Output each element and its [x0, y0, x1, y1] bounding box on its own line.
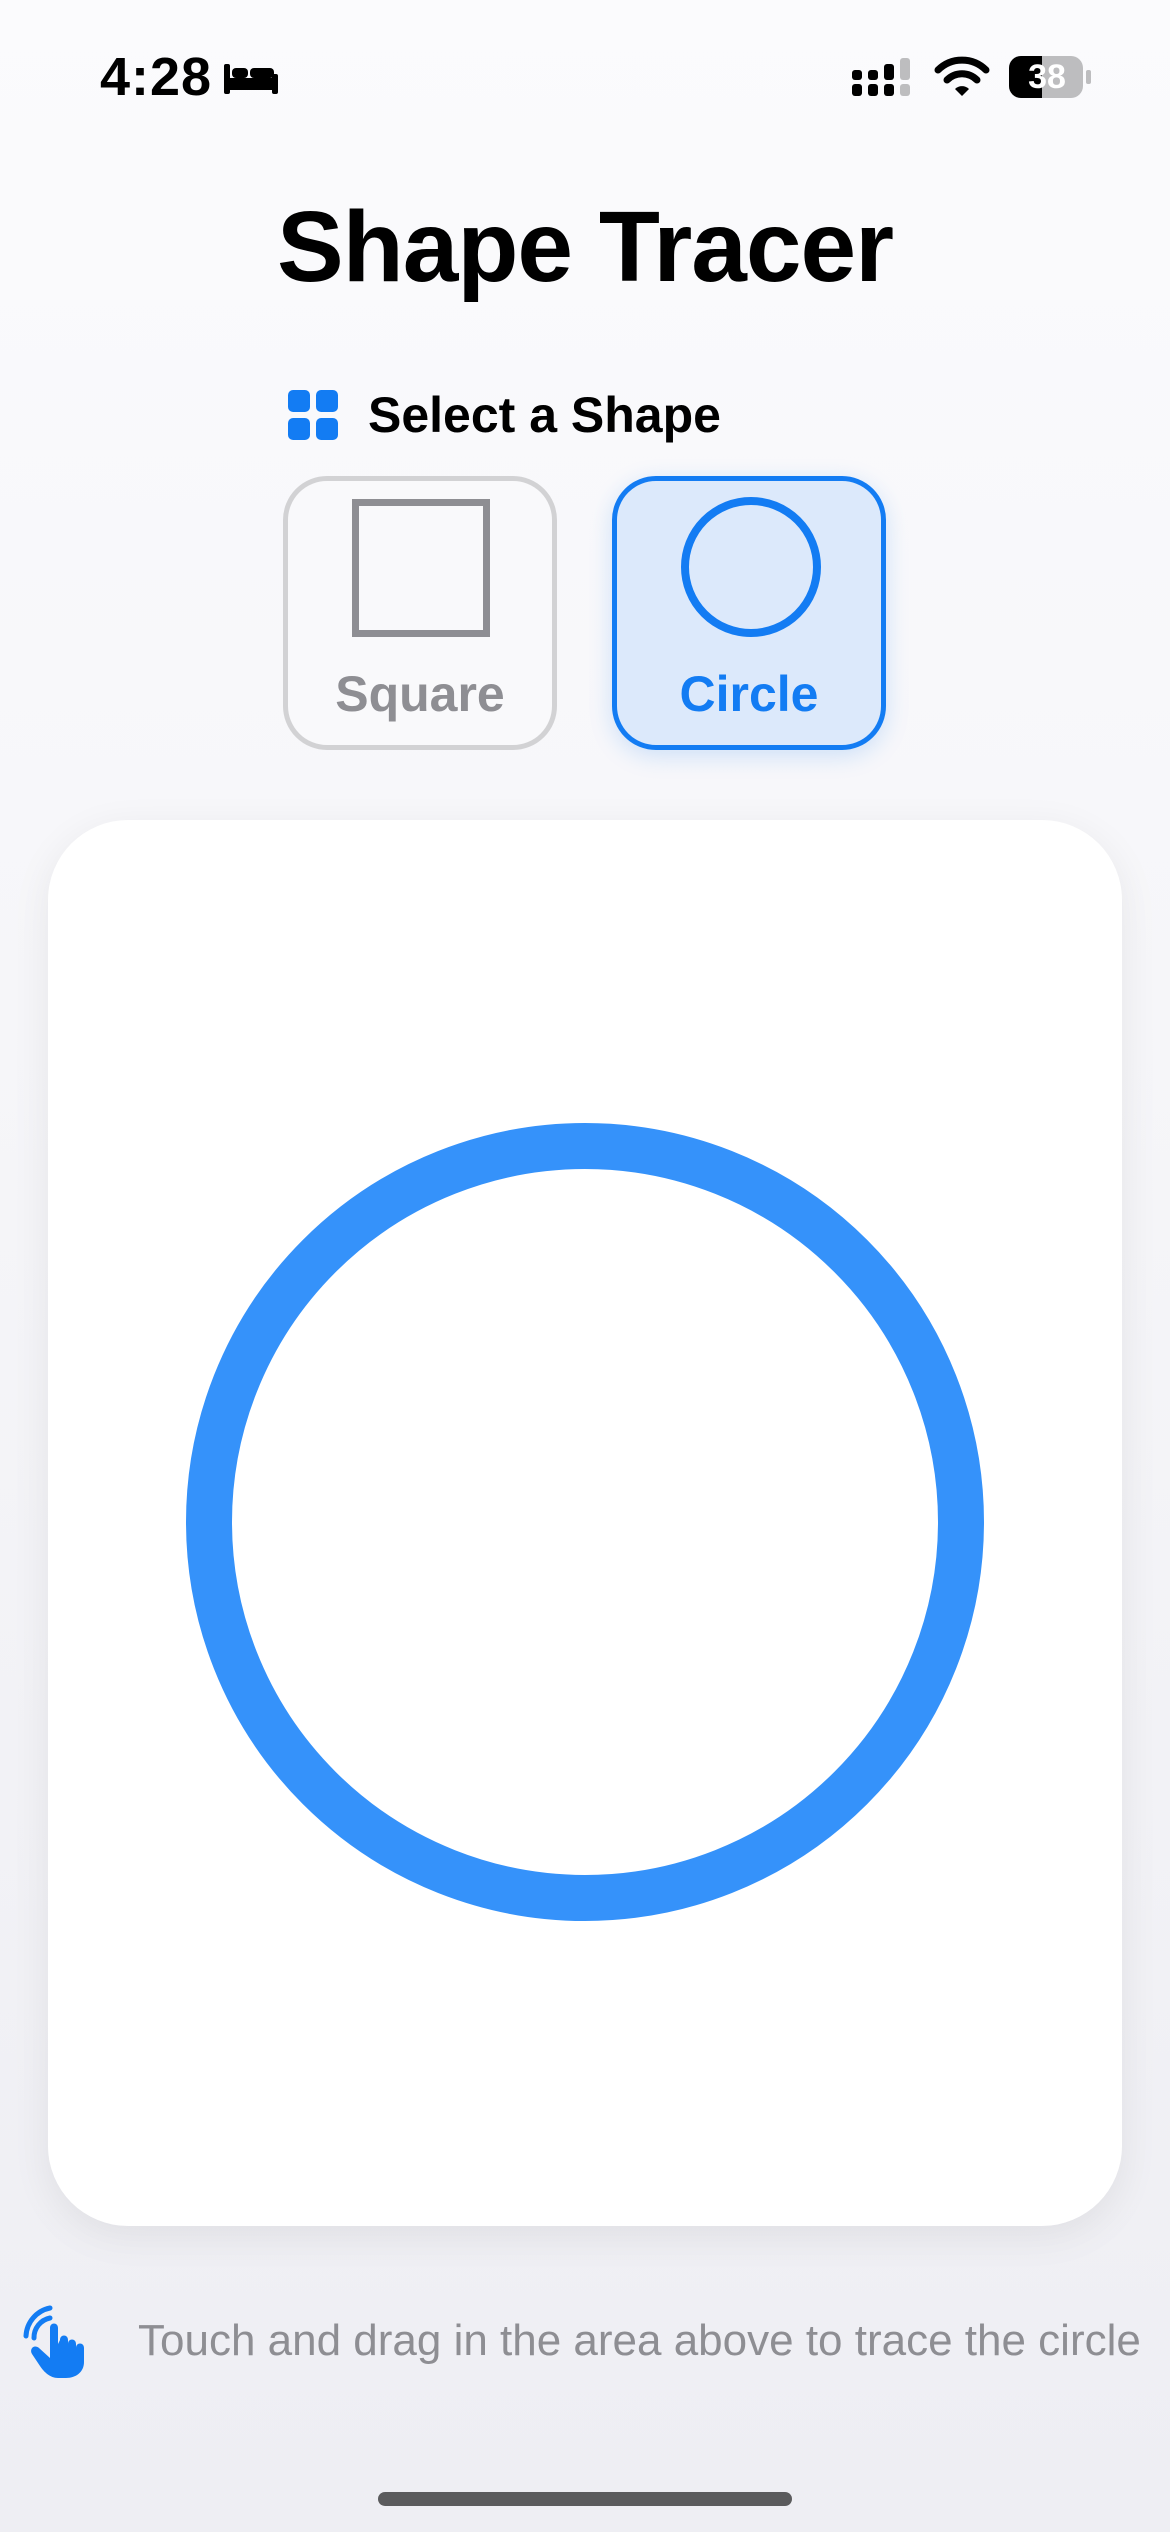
- home-indicator[interactable]: [378, 2492, 792, 2506]
- selector-label: Select a Shape: [368, 387, 721, 443]
- target-circle-path: [186, 1123, 984, 1921]
- instruction: Touch and drag in the area above to trac…: [20, 2300, 1170, 2380]
- battery-level: 38: [1028, 58, 1066, 96]
- status-bar: 4:28 38: [0, 0, 1170, 150]
- target-circle-outline: [186, 1123, 984, 1921]
- trace-canvas[interactable]: [48, 820, 1122, 2226]
- square-option-label: Square: [335, 666, 505, 722]
- circle-shape-icon: [681, 497, 821, 637]
- status-time: 4:28: [100, 47, 213, 107]
- instruction-text: Touch and drag in the area above to trac…: [138, 2316, 1141, 2365]
- bed-icon: [224, 64, 278, 94]
- square-shape-icon: [352, 499, 490, 637]
- circle-option-button[interactable]: Circle: [612, 476, 886, 750]
- page-title: Shape Tracer: [276, 191, 894, 303]
- circle-option-label: Circle: [679, 666, 819, 722]
- wifi-icon: [934, 56, 990, 96]
- signal-icon: [852, 58, 910, 96]
- hand-tap-icon: [23, 2305, 84, 2378]
- grid-icon: [288, 390, 338, 440]
- square-option-button[interactable]: Square: [283, 476, 557, 750]
